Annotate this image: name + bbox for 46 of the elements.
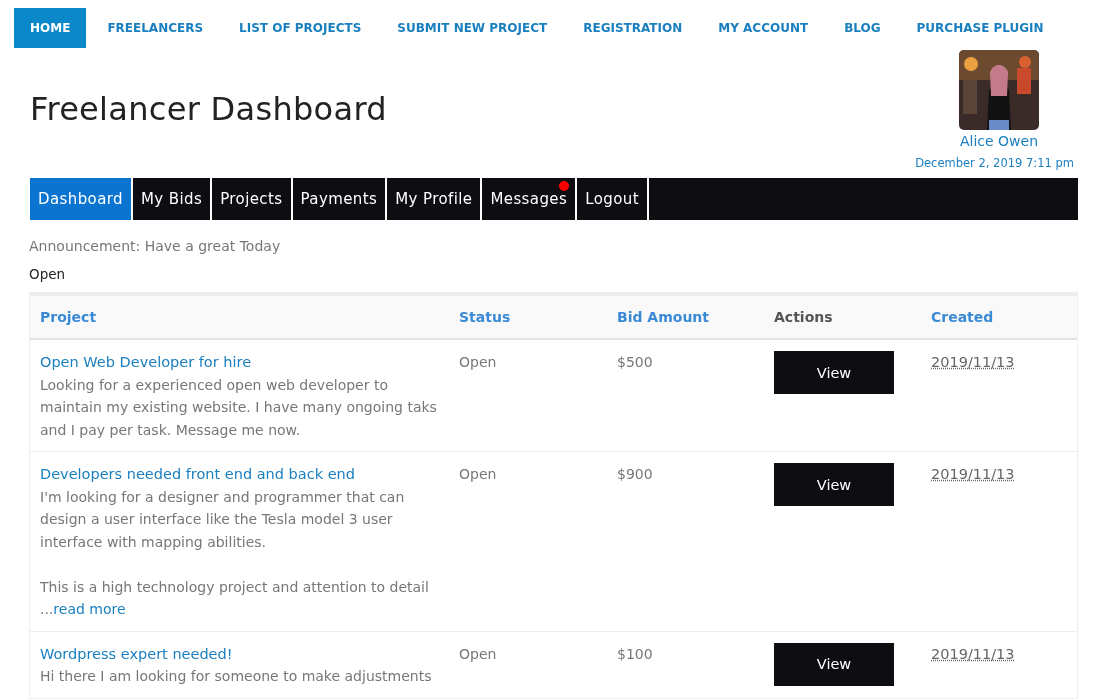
- user-name-link[interactable]: Alice Owen: [959, 133, 1039, 149]
- column-header[interactable]: Bid Amount: [607, 309, 764, 325]
- nav-link[interactable]: HOME: [14, 8, 87, 48]
- created-date: 2019/11/13: [931, 645, 1015, 662]
- created-date: 2019/11/13: [931, 354, 1015, 370]
- project-title-link[interactable]: Open Web Developer for hire: [40, 354, 252, 370]
- bid-amount: $900: [617, 466, 653, 482]
- column-header[interactable]: Project: [30, 309, 449, 325]
- filter-label: Open: [29, 266, 67, 282]
- bid-amount: $100: [617, 645, 653, 662]
- dashboard-tab[interactable]: Dashboard: [30, 178, 133, 220]
- nav-link[interactable]: LIST OF PROJECTS: [222, 8, 379, 48]
- nav-link[interactable]: PURCHASE PLUGIN: [899, 8, 1061, 48]
- dashboard-tab[interactable]: Payments: [292, 178, 388, 220]
- dashboard-tab[interactable]: My Profile: [387, 178, 483, 220]
- dashboard-tab[interactable]: My Bids: [133, 178, 213, 220]
- dashboard-tab[interactable]: Logout: [577, 178, 649, 220]
- view-button[interactable]: View: [774, 463, 894, 506]
- view-button[interactable]: View: [774, 642, 894, 686]
- column-header: Actions: [773, 309, 834, 325]
- view-button[interactable]: View: [774, 351, 894, 394]
- nav-link[interactable]: SUBMIT NEW PROJECT: [380, 8, 565, 48]
- column-header[interactable]: Status: [449, 309, 607, 325]
- status-text: Open: [459, 645, 497, 662]
- dashboard-tab[interactable]: Messages: [482, 178, 578, 220]
- date-time: December 2, 2019 7:11 pm: [915, 156, 1074, 170]
- project-description: I'm looking for a designer and programmer that can design a user interface like the Tesla model 3 user interface with mapping abilities.: [40, 487, 406, 552]
- announcement-text: Announcement: Have a great Today: [29, 238, 282, 254]
- project-description: Looking for a experienced open web developer to maintain my existing website. I have many ongoing taks and I pay per task. Message me now.: [40, 375, 438, 440]
- project-title-link[interactable]: Wordpress expert needed!: [40, 645, 233, 662]
- status-text: Open: [459, 466, 497, 482]
- nav-link[interactable]: REGISTRATION: [566, 8, 700, 48]
- read-more-link[interactable]: read more: [53, 601, 126, 617]
- bid-amount: $500: [617, 354, 653, 370]
- nav-link[interactable]: FREELANCERS: [90, 8, 221, 48]
- page-title: Freelancer Dashboard: [30, 90, 387, 130]
- dashboard-tab[interactable]: Projects: [212, 178, 293, 220]
- project-description: Hi there I am looking for someone to make adjustments: [40, 667, 433, 686]
- nav-link[interactable]: BLOG: [827, 8, 898, 48]
- project-description: This is a high technology project and attention to detail: [40, 577, 430, 597]
- project-title-link[interactable]: Developers needed front end and back end: [40, 466, 355, 482]
- nav-link[interactable]: MY ACCOUNT: [701, 8, 826, 48]
- status-text: Open: [459, 354, 497, 370]
- created-date: 2019/11/13: [931, 466, 1015, 482]
- column-header[interactable]: Created: [921, 309, 1077, 325]
- ellipsis-text: ...: [40, 601, 54, 617]
